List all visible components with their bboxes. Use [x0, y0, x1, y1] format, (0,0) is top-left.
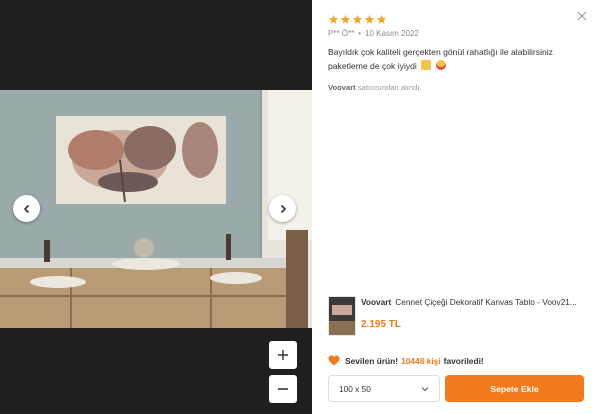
star-icon	[328, 14, 339, 24]
seller-name[interactable]: Voovart	[328, 83, 356, 92]
product-name: Cennet Çiçeği Dekoratif Kanvas Tablo - V…	[395, 297, 577, 307]
review-author: P** Ö**	[328, 29, 355, 38]
next-image-button[interactable]	[269, 195, 296, 222]
star-icon	[352, 14, 363, 24]
favorites-info: Sevilen ürün! 10448 kişi favoriledi!	[328, 355, 484, 366]
star-icon	[376, 14, 387, 24]
chevron-down-icon	[421, 387, 429, 392]
zoom-out-button[interactable]	[269, 375, 297, 403]
add-to-cart-button[interactable]: Sepete Ekle	[445, 375, 584, 402]
chevron-right-icon	[280, 204, 286, 213]
close-button[interactable]	[575, 9, 589, 23]
heart-eyes-emoji-icon	[435, 60, 446, 70]
review-photo	[0, 90, 312, 328]
favorites-suffix: favoriledi!	[443, 355, 484, 366]
size-select[interactable]: 100 x 50	[328, 375, 440, 402]
minus-icon	[278, 388, 288, 390]
previous-image-button[interactable]	[13, 195, 40, 222]
size-select-value: 100 x 50	[339, 383, 371, 394]
product-thumbnail[interactable]	[328, 296, 356, 336]
close-icon	[577, 11, 587, 21]
review-meta: P** Ö** • 10 Kasım 2022	[328, 29, 419, 38]
review-text: Bayıldık çok kaliteli gerçekten gönül ra…	[328, 45, 590, 73]
product-brand: Voovart	[361, 297, 392, 307]
chevron-left-icon	[23, 204, 29, 213]
separator-dot: •	[358, 29, 362, 38]
review-date: 10 Kasım 2022	[365, 29, 419, 38]
plus-icon	[278, 350, 288, 360]
star-rating	[328, 14, 387, 25]
favorites-count: 10448 kişi	[401, 355, 441, 366]
product-price: 2.195 TL	[361, 319, 402, 330]
product-card[interactable]: Voovart Cennet Çiçeği Dekoratif Kanvas Ta…	[328, 296, 590, 336]
review-panel: P** Ö** • 10 Kasım 2022 Bayıldık çok kalit…	[312, 0, 600, 414]
seller-suffix: satıcısından alındı.	[357, 83, 422, 92]
zoom-in-button[interactable]	[269, 341, 297, 369]
heart-icon	[328, 355, 340, 366]
star-icon	[340, 14, 351, 24]
thumbs-up-emoji-icon	[421, 60, 432, 70]
product-title[interactable]: Voovart Cennet Çiçeği Dekoratif Kanvas Ta…	[361, 297, 590, 307]
star-icon	[364, 14, 375, 24]
seller-info: Voovart satıcısından alındı.	[328, 83, 422, 92]
favorites-prefix: Sevilen ürün!	[345, 355, 399, 366]
image-viewer	[0, 0, 312, 414]
